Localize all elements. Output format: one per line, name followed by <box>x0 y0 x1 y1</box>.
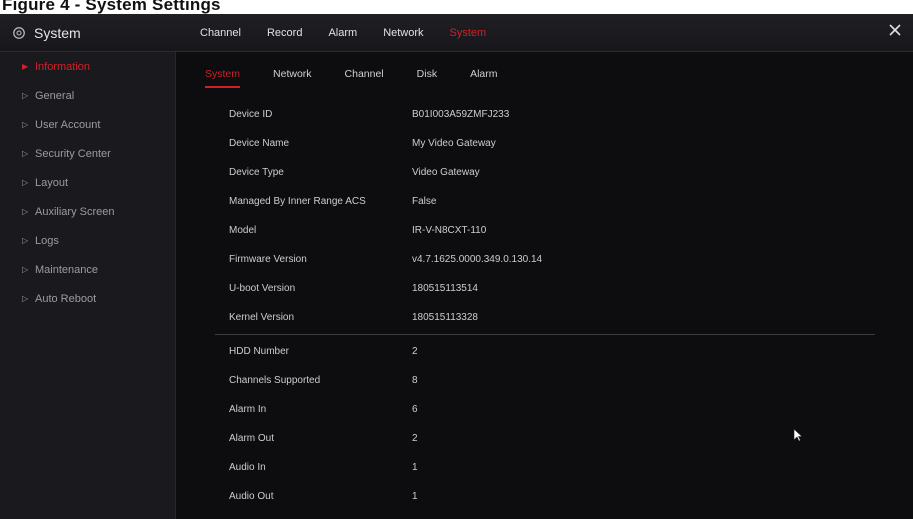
system-settings-window: System Channel Record Alarm Network Syst… <box>0 14 913 519</box>
sidebar-item-auxiliary-screen[interactable]: ▷ Auxiliary Screen <box>0 197 175 226</box>
sidebar-item-general[interactable]: ▷ General <box>0 81 175 110</box>
info-label: Audio Out <box>229 491 274 502</box>
sidebar-item-label: General <box>35 89 75 102</box>
arrow-right-icon: ▷ <box>22 207 29 216</box>
close-icon[interactable] <box>887 22 903 38</box>
arrow-right-icon: ▷ <box>22 178 29 187</box>
arrow-right-icon: ▷ <box>22 294 29 303</box>
info-label: Firmware Version <box>229 254 307 265</box>
info-label: Model <box>229 225 257 236</box>
info-value: 2 <box>412 346 418 357</box>
arrow-right-icon: ▷ <box>22 265 29 274</box>
info-row-channels-supported: Channels Supported 8 <box>215 366 875 395</box>
info-value: 8 <box>412 375 418 386</box>
section-divider <box>215 334 875 335</box>
brand: System <box>12 23 81 43</box>
info-value: IR-V-N8CXT-110 <box>412 225 487 236</box>
info-row-audio-in: Audio In 1 <box>215 453 875 482</box>
info-value: Video Gateway <box>412 167 480 178</box>
sidebar-item-user-account[interactable]: ▷ User Account <box>0 110 175 139</box>
tab-network[interactable]: Network <box>273 66 312 88</box>
figure-caption: Figure 4 - System Settings <box>0 0 913 14</box>
sidebar-item-label: Layout <box>35 176 69 189</box>
sidebar-item-layout[interactable]: ▷ Layout <box>0 168 175 197</box>
info-value: 180515113328 <box>412 312 478 323</box>
info-label: Kernel Version <box>229 312 295 323</box>
sidebar-item-label: Information <box>35 60 91 73</box>
arrow-right-icon: ▷ <box>22 149 29 158</box>
tab-system[interactable]: System <box>205 66 241 88</box>
gear-icon <box>13 27 25 39</box>
sidebar-item-label: User Account <box>35 118 101 131</box>
top-tabs: Channel Record Alarm Network System <box>200 14 512 52</box>
info-row-device-type: Device Type Video Gateway <box>215 158 875 187</box>
tab-channel[interactable]: Channel <box>345 66 384 88</box>
top-tab-record[interactable]: Record <box>267 27 302 39</box>
sidebar-item-maintenance[interactable]: ▷ Maintenance <box>0 255 175 284</box>
top-bar: System Channel Record Alarm Network Syst… <box>0 14 913 52</box>
tab-alarm[interactable]: Alarm <box>470 66 497 88</box>
info-row-hdd-number: HDD Number 2 <box>215 337 875 366</box>
info-value: False <box>412 196 437 207</box>
info-row-audio-out: Audio Out 1 <box>215 482 875 511</box>
info-value: 1 <box>412 462 418 473</box>
info-value: 1 <box>412 491 418 502</box>
info-value: v4.7.1625.0000.349.0.130.14 <box>412 254 543 265</box>
arrow-right-icon: ▷ <box>22 236 29 245</box>
info-list: Device ID B01I003A59ZMFJ233 Device Name … <box>215 100 875 511</box>
info-row-alarm-in: Alarm In 6 <box>215 395 875 424</box>
arrow-right-icon: ▷ <box>22 91 29 100</box>
info-value: 2 <box>412 433 418 444</box>
info-row-firmware-version: Firmware Version v4.7.1625.0000.349.0.13… <box>215 245 875 274</box>
sidebar-item-information[interactable]: ▶ Information <box>0 52 175 81</box>
info-value: 180515113514 <box>412 283 478 294</box>
info-row-device-id: Device ID B01I003A59ZMFJ233 <box>215 100 875 129</box>
top-tab-channel[interactable]: Channel <box>200 27 241 39</box>
mouse-cursor-icon <box>793 428 803 442</box>
info-row-uboot-version: U-boot Version 180515113514 <box>215 274 875 303</box>
top-tab-network[interactable]: Network <box>383 27 423 39</box>
sidebar: ▶ Information ▷ General ▷ User Account ▷… <box>0 52 176 519</box>
info-label: Device Name <box>229 138 290 149</box>
info-value: My Video Gateway <box>412 138 496 149</box>
info-label: Audio In <box>229 462 266 473</box>
info-label: Alarm In <box>229 404 267 415</box>
info-label: Device Type <box>229 167 284 178</box>
brand-title: System <box>34 25 81 41</box>
info-label: Managed By Inner Range ACS <box>229 196 366 207</box>
top-tab-system[interactable]: System <box>450 27 487 39</box>
sidebar-item-auto-reboot[interactable]: ▷ Auto Reboot <box>0 284 175 313</box>
info-label: Device ID <box>229 109 273 120</box>
arrow-right-icon: ▶ <box>22 62 29 71</box>
info-label: HDD Number <box>229 346 290 357</box>
info-value: 6 <box>412 404 418 415</box>
info-row-managed-by-acs: Managed By Inner Range ACS False <box>215 187 875 216</box>
sidebar-item-label: Logs <box>35 234 59 247</box>
main-panel: System Network Channel Disk Alarm Device… <box>177 52 913 519</box>
sidebar-item-label: Security Center <box>35 147 111 160</box>
info-row-device-name: Device Name My Video Gateway <box>215 129 875 158</box>
sub-tabs: System Network Channel Disk Alarm <box>205 66 531 88</box>
sidebar-item-security-center[interactable]: ▷ Security Center <box>0 139 175 168</box>
sidebar-item-label: Auto Reboot <box>35 292 97 305</box>
info-row-model: Model IR-V-N8CXT-110 <box>215 216 875 245</box>
arrow-right-icon: ▷ <box>22 120 29 129</box>
info-row-alarm-out: Alarm Out 2 <box>215 424 875 453</box>
sidebar-item-label: Auxiliary Screen <box>35 205 115 218</box>
info-label: Alarm Out <box>229 433 275 444</box>
info-row-kernel-version: Kernel Version 180515113328 <box>215 303 875 332</box>
top-tab-alarm[interactable]: Alarm <box>328 27 357 39</box>
sidebar-item-label: Maintenance <box>35 263 98 276</box>
info-label: U-boot Version <box>229 283 296 294</box>
tab-disk[interactable]: Disk <box>417 66 437 88</box>
info-value: B01I003A59ZMFJ233 <box>412 109 510 120</box>
sidebar-item-logs[interactable]: ▷ Logs <box>0 226 175 255</box>
info-label: Channels Supported <box>229 375 321 386</box>
